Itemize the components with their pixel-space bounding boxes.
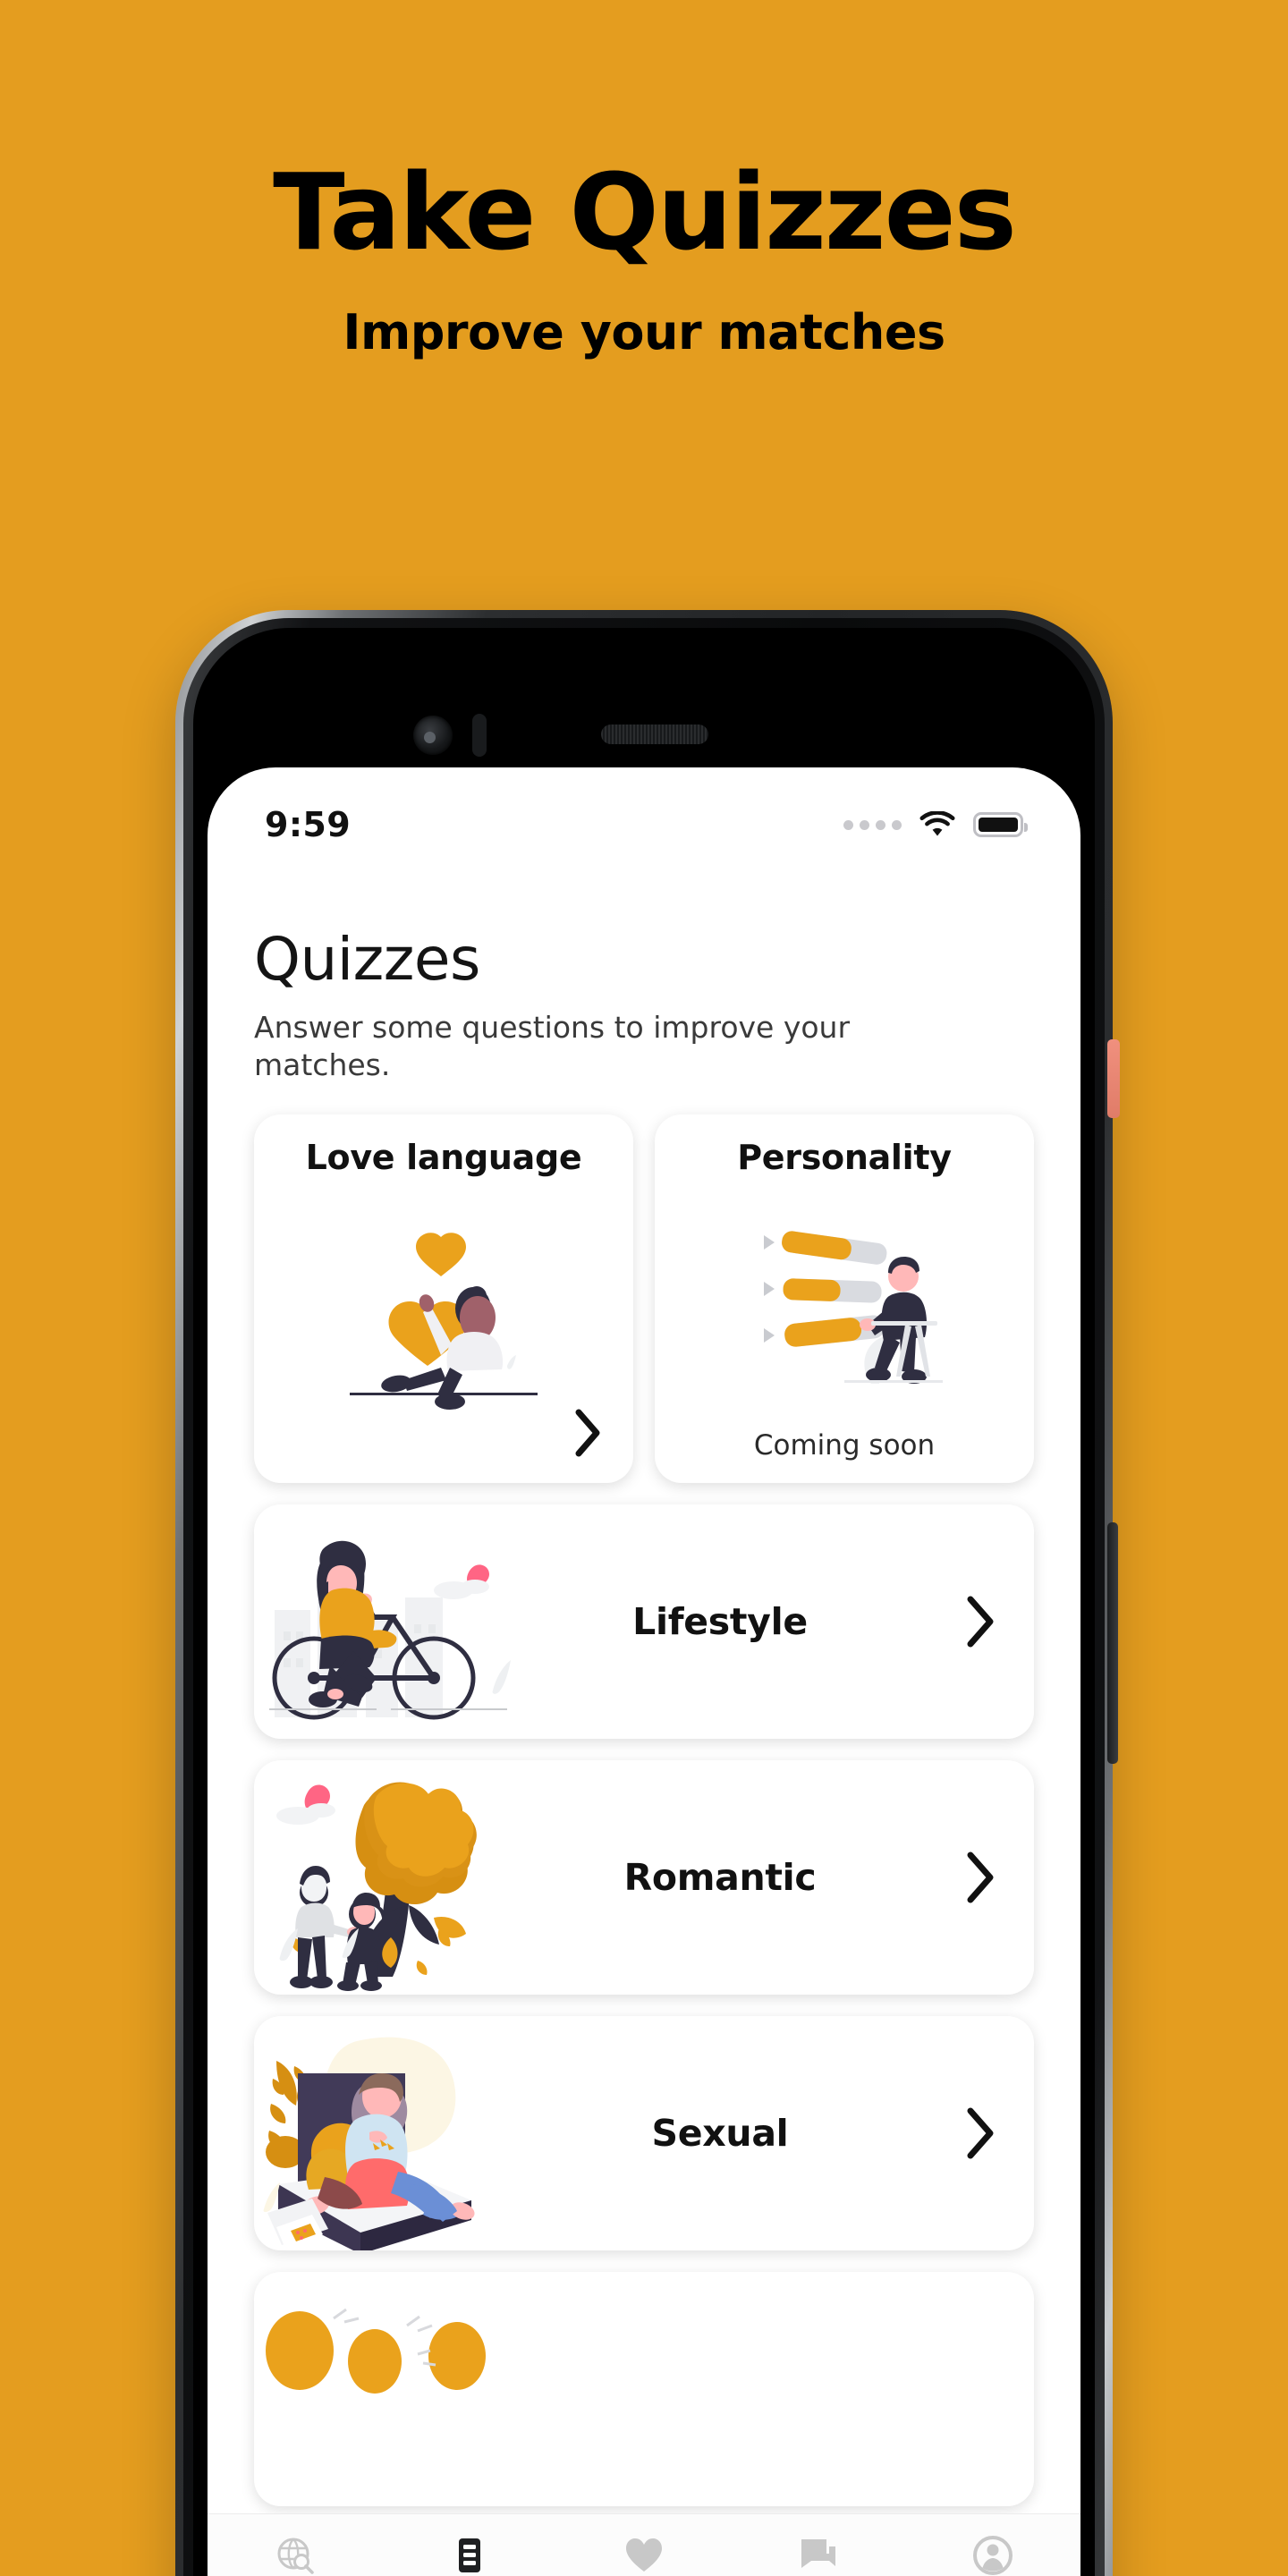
quiz-row-lifestyle[interactable]: Lifestyle <box>254 1504 1034 1740</box>
page-description: Answer some questions to improve your ma… <box>254 1010 851 1083</box>
person-icon <box>973 2536 1013 2575</box>
chevron-right-icon[interactable] <box>927 2106 1034 2161</box>
camera-lens-dot <box>424 732 436 743</box>
woman-with-heart-illustration <box>274 1177 614 1465</box>
page-title: Quizzes <box>254 925 480 994</box>
phone-mockup: 9:59 Quizzes Answer some questions to im… <box>175 610 1120 2576</box>
battery-full-icon <box>973 812 1028 837</box>
alert-slider-button[interactable] <box>1107 1039 1120 1118</box>
top-card-grid: Love language Personality Coming soon <box>254 1114 1034 1484</box>
quiz-card-personality[interactable]: Personality Coming soon <box>655 1114 1034 1484</box>
tab-likes[interactable]: Likes <box>556 2534 731 2576</box>
chevron-right-icon[interactable] <box>572 1408 603 1462</box>
tab-quizzes[interactable]: Quizzes <box>382 2534 556 2576</box>
quiz-row-label: Lifestyle <box>632 1600 808 1644</box>
quiz-row-romantic[interactable]: Romantic <box>254 1760 1034 1996</box>
quizzes-content: Quizzes Answer some questions to improve… <box>208 860 1080 2507</box>
signal-dots-icon <box>843 819 902 830</box>
promo-header: Take Quizzes Improve your matches <box>0 0 1288 360</box>
ir-sensor-icon <box>472 714 487 757</box>
status-bar: 9:59 <box>208 767 1080 860</box>
balloons-illustration <box>254 2272 549 2506</box>
globe-search-icon <box>277 2538 314 2574</box>
promo-title: Take Quizzes <box>273 150 1017 274</box>
tab-messages[interactable]: Messages <box>732 2534 906 2576</box>
quiz-row-label: Romantic <box>623 1856 817 1900</box>
power-button[interactable] <box>1107 1522 1118 1764</box>
status-time: 9:59 <box>265 805 352 844</box>
list-icon <box>458 2538 480 2572</box>
status-indicators <box>843 811 1028 838</box>
quiz-row-sexual[interactable]: Sexual <box>254 2016 1034 2251</box>
camera-cluster <box>413 710 530 766</box>
quiz-row-label: Sexual <box>651 2112 789 2156</box>
phone-screen: 9:59 Quizzes Answer some questions to im… <box>208 767 1080 2576</box>
bottom-tab-bar: Discover Quizzes Likes <box>208 2513 1080 2576</box>
chevron-right-icon[interactable] <box>927 1850 1034 1905</box>
quiz-card-love-language[interactable]: Love language <box>254 1114 633 1484</box>
quiz-card-title: Love language <box>305 1138 582 1178</box>
speaker-grille <box>601 724 708 744</box>
coming-soon-badge: Coming soon <box>753 1429 936 1462</box>
camera-icon <box>413 716 453 755</box>
woman-on-bicycle-illustration <box>254 1504 549 1739</box>
couple-in-bed-illustration <box>254 2016 549 2251</box>
wifi-icon <box>919 811 955 836</box>
chat-icon <box>801 2539 836 2568</box>
couple-under-tree-illustration <box>254 1760 549 1995</box>
tab-profile[interactable]: Profile <box>906 2534 1080 2576</box>
heart-icon <box>626 2538 662 2572</box>
chevron-right-icon[interactable] <box>927 1594 1034 1649</box>
quiz-card-title: Personality <box>737 1138 952 1178</box>
quiz-row-partial[interactable] <box>254 2272 1034 2507</box>
promo-subtitle: Improve your matches <box>343 304 945 360</box>
tab-discover[interactable]: Discover <box>208 2534 382 2576</box>
man-with-sliders-illustration <box>674 1177 1014 1429</box>
